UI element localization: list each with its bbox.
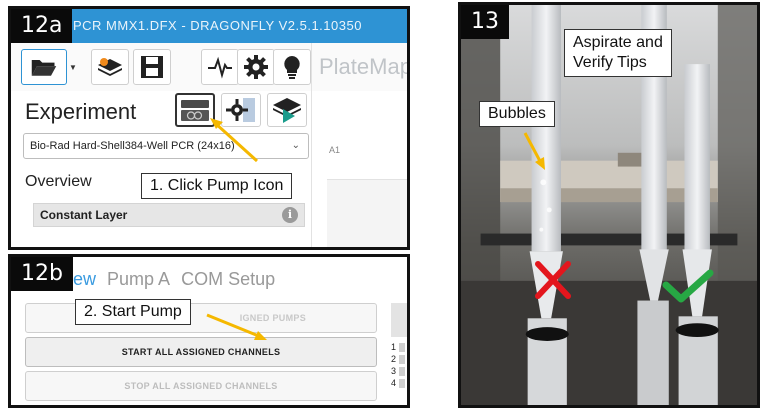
channel-list: 1 2 3 4 [391,341,406,389]
tab-overview[interactable]: ew [73,269,96,289]
channel-number: 3 [391,366,397,376]
folder-open-icon [31,60,57,76]
info-icon[interactable]: i [282,207,298,223]
channel-item[interactable]: 1 [391,341,406,353]
channel-number: 4 [391,378,397,388]
plate-grid[interactable] [327,179,407,247]
step-badge-12a: 12a [11,9,73,43]
pane-divider [311,43,312,247]
callout-start-pump: 2. Start Pump [75,299,191,325]
channel-number: 1 [391,342,397,352]
check-icon [662,269,714,303]
platemap-heading: PlateMap [319,54,410,79]
well-label-a1: A1 [329,145,341,155]
cross-icon [535,261,571,299]
tab-com-setup[interactable]: COM Setup [181,269,275,289]
save-icon [141,56,163,78]
stop-all-channels-button[interactable]: STOP ALL ASSIGNED CHANNELS [25,371,377,401]
dropdown-arrow-icon: ▼ [69,62,77,72]
run-button[interactable] [267,93,307,127]
step-badge-12b: 12b [11,257,73,291]
callout-bubbles: Bubbles [479,101,555,127]
panel-13-photo: 13 Aspirate and Verify Tips Bubbles [458,2,760,408]
panel-12a: PCR MMX1.DFX - DRAGONFLY V2.5.1.10350 12… [8,6,410,250]
channel-indicator [399,342,406,352]
new-experiment-button[interactable] [91,49,129,85]
channel-number: 2 [391,354,397,364]
lightbulb-icon [284,56,300,79]
start-all-channels-button[interactable]: START ALL ASSIGNED CHANNELS [25,337,377,367]
constant-layer-row[interactable]: Constant Layer i [33,203,305,227]
settings-button[interactable] [237,49,275,85]
diagnostics-button[interactable] [201,49,239,85]
chevron-down-icon: ⌄ [291,140,300,151]
callout-aspirate-verify: Aspirate and Verify Tips [564,29,672,77]
pump-icon [181,100,209,121]
channel-indicator [399,354,406,364]
open-dropdown-button[interactable]: ▼ [65,49,81,85]
channel-item[interactable]: 3 [391,365,406,377]
open-file-button[interactable] [21,49,67,85]
pulse-icon [208,56,232,79]
constant-layer-label: Constant Layer [40,208,128,222]
channel-indicator [399,366,406,376]
panel-12b: 12b ew Pump A COM Setup IGNED PUMPS STAR… [8,254,410,408]
channel-item[interactable]: 4 [391,377,406,389]
tab-pump-a[interactable]: Pump A [107,269,170,289]
channel-panel-header [391,303,407,337]
pump-button[interactable] [175,93,215,127]
help-button[interactable] [273,49,311,85]
configure-button[interactable] [221,93,261,127]
save-button[interactable] [133,49,171,85]
channel-indicator [399,378,406,388]
plate-type-value: Bio-Rad Hard-Shell384-Well PCR (24x16) [30,140,235,152]
channel-item[interactable]: 2 [391,353,406,365]
settings-icon [226,98,255,122]
experiment-heading: Experiment [25,99,137,124]
callout-click-pump: 1. Click Pump Icon [141,173,293,199]
step-badge-13: 13 [461,5,509,39]
run-icon [273,98,301,123]
pump-tabs: ew Pump A COM Setup [73,269,281,290]
gear-icon [244,55,268,79]
new-layers-icon [98,58,122,76]
plate-type-select[interactable]: Bio-Rad Hard-Shell384-Well PCR (24x16) ⌄ [23,133,309,159]
overview-heading: Overview [25,173,92,190]
